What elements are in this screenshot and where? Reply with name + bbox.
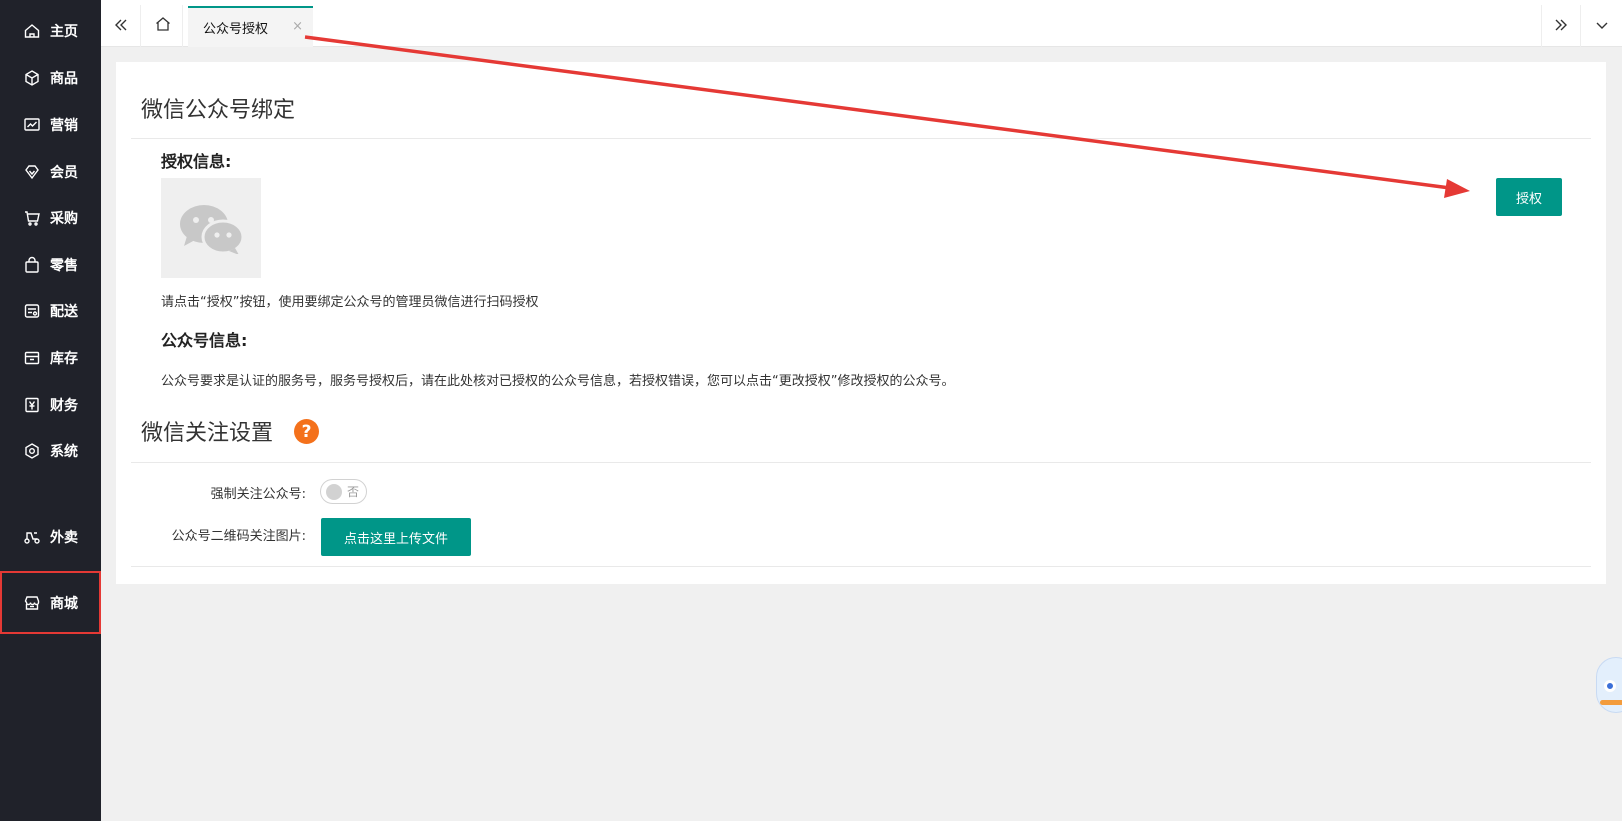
- double-chevron-left-icon: [114, 17, 128, 36]
- help-icon[interactable]: ?: [294, 419, 319, 444]
- section-title-binding: 微信公众号绑定: [141, 98, 296, 123]
- cube-icon: [23, 69, 41, 87]
- sidebar-item-finance[interactable]: 财务: [0, 383, 101, 427]
- auth-hint-text: 请点击“授权”按钮，使用要绑定公众号的管理员微信进行扫码授权: [161, 295, 539, 310]
- sidebar-item-member[interactable]: 会员: [0, 150, 101, 194]
- wechat-avatar-placeholder: [161, 178, 261, 278]
- divider: [131, 138, 1591, 139]
- sidebar-item-retail[interactable]: 零售: [0, 243, 101, 287]
- sidebar-item-label: 主页: [50, 24, 78, 40]
- sidebar-item-label: 财务: [50, 398, 78, 414]
- tab-bar: 公众号授权 ×: [101, 0, 1622, 47]
- shopping-bag-icon: [23, 256, 41, 274]
- sidebar-item-system[interactable]: 系统: [0, 429, 101, 473]
- section-title-follow: 微信关注设置: [141, 421, 274, 446]
- sidebar-item-goods[interactable]: 商品: [0, 56, 101, 100]
- sidebar-item-delivery[interactable]: 配送: [0, 289, 101, 333]
- sidebar-item-label: 商城: [50, 595, 78, 612]
- tab-wechat-auth[interactable]: 公众号授权 ×: [188, 6, 313, 47]
- yen-icon: [23, 396, 41, 414]
- diamond-icon: [23, 163, 41, 181]
- sidebar-item-home[interactable]: 主页: [0, 9, 101, 53]
- scroll-tabs-right-button[interactable]: [1541, 5, 1581, 47]
- account-info-label: 公众号信息:: [161, 331, 248, 350]
- sidebar-item-label: 会员: [50, 165, 78, 181]
- sidebar-item-label: 采购: [50, 211, 78, 227]
- assistant-mouth-icon: [1600, 700, 1622, 705]
- home-icon: [154, 15, 172, 37]
- sidebar-item-label: 零售: [50, 258, 78, 274]
- trend-chart-icon: [23, 116, 41, 134]
- qrcode-label: 公众号二维码关注图片:: [171, 529, 306, 544]
- scroll-tabs-left-button[interactable]: [101, 5, 141, 47]
- main-card: 微信公众号绑定 授权信息: 请点击“授权”按钮，使用要绑定公众号的管理员微信进行…: [116, 62, 1606, 584]
- sidebar-item-label: 营销: [50, 118, 78, 134]
- assistant-eye-icon: [1604, 680, 1616, 692]
- floating-assistant-button[interactable]: [1596, 657, 1622, 713]
- authorize-button[interactable]: 授权: [1496, 178, 1562, 216]
- chevron-down-icon: [1595, 17, 1609, 36]
- home-tab-button[interactable]: [143, 5, 183, 47]
- sidebar-item-label: 系统: [50, 444, 78, 460]
- cart-icon: [23, 209, 41, 227]
- double-chevron-right-icon: [1554, 17, 1568, 36]
- force-follow-label: 强制关注公众号:: [210, 487, 306, 502]
- scooter-icon: [23, 528, 41, 546]
- auth-info-label: 授权信息:: [161, 152, 232, 171]
- account-note-text: 公众号要求是认证的服务号，服务号授权后，请在此处核对已授权的公众号信息，若授权错…: [161, 374, 955, 389]
- wechat-icon: [177, 202, 247, 258]
- sidebar-item-label: 商品: [50, 71, 78, 87]
- sidebar-item-takeout[interactable]: 外卖: [0, 515, 101, 559]
- sidebar-item-mall[interactable]: 商城: [0, 571, 101, 634]
- force-follow-toggle[interactable]: 否: [320, 479, 367, 504]
- divider: [131, 462, 1591, 463]
- home-icon: [23, 22, 41, 40]
- sidebar-item-label: 库存: [50, 351, 78, 367]
- sidebar-item-label: 外卖: [50, 530, 78, 546]
- store-icon: [23, 594, 41, 612]
- tab-options-dropdown[interactable]: [1582, 5, 1622, 47]
- close-icon[interactable]: ×: [292, 19, 303, 34]
- delivery-icon: [23, 302, 41, 320]
- inventory-box-icon: [23, 349, 41, 367]
- sidebar-item-purchase[interactable]: 采购: [0, 196, 101, 240]
- toggle-knob: [326, 483, 342, 500]
- tab-label: 公众号授权: [203, 22, 269, 37]
- sidebar-item-inventory[interactable]: 库存: [0, 336, 101, 380]
- upload-file-button[interactable]: 点击这里上传文件: [321, 518, 471, 556]
- sidebar: 主页 商品 营销 会员 采购 零售 配送 库存 财务 系统 外卖 商城: [0, 0, 101, 821]
- sidebar-item-marketing[interactable]: 营销: [0, 103, 101, 147]
- gear-icon: [23, 442, 41, 460]
- sidebar-item-label: 配送: [50, 304, 78, 320]
- divider: [131, 566, 1591, 567]
- toggle-state-text: 否: [347, 485, 360, 499]
